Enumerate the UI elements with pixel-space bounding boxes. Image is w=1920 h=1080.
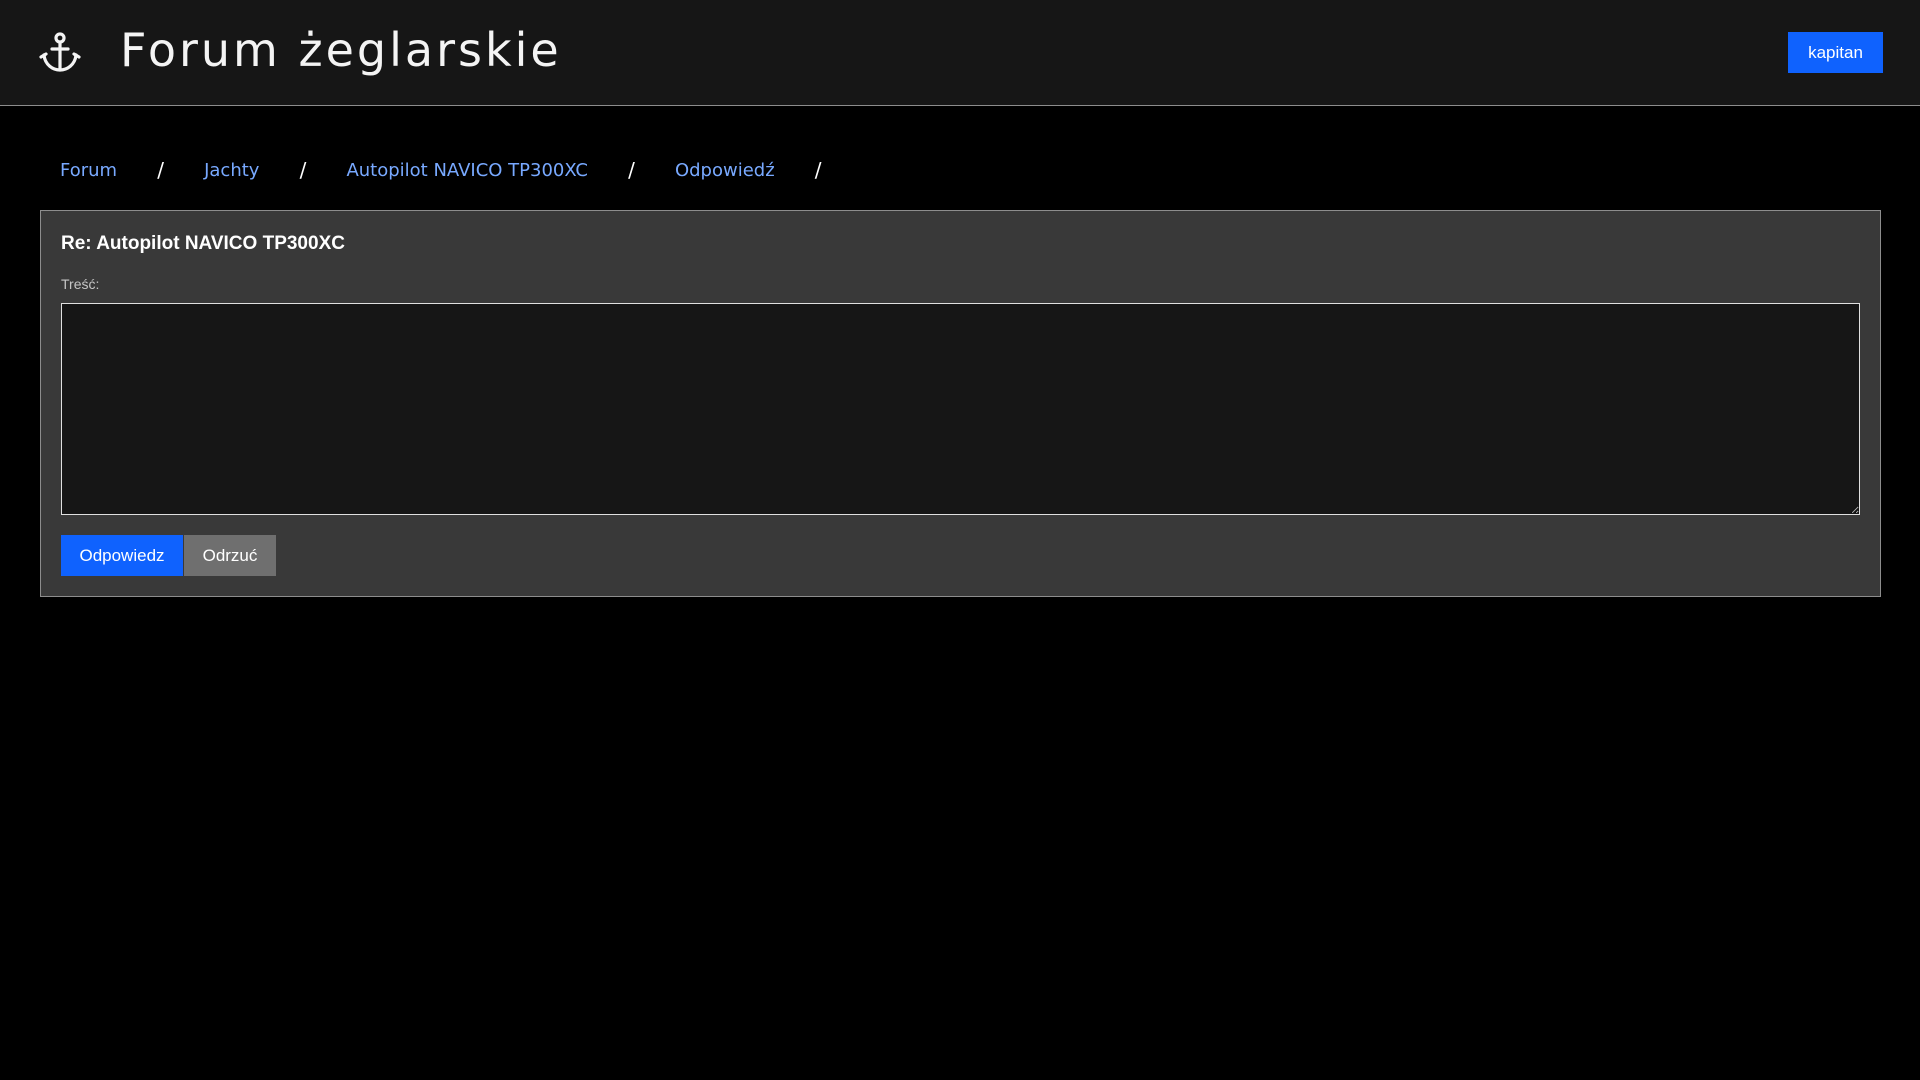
site-header: Forum żeglarskie kapitan	[0, 0, 1920, 106]
discard-button[interactable]: Odrzuć	[184, 535, 276, 576]
reply-title: Re: Autopilot NAVICO TP300XC	[61, 233, 345, 254]
breadcrumb-item-forum[interactable]: Forum	[60, 160, 117, 181]
breadcrumb-item-reply[interactable]: Odpowiedź	[675, 160, 775, 181]
breadcrumb-separator: /	[628, 158, 635, 182]
breadcrumb: Forum / Jachty / Autopilot NAVICO TP300X…	[60, 155, 862, 185]
content-label: Treść:	[61, 276, 100, 292]
user-menu-button[interactable]: kapitan	[1788, 32, 1883, 73]
breadcrumb-item-topic[interactable]: Autopilot NAVICO TP300XC	[346, 160, 588, 181]
site-title[interactable]: Forum żeglarskie	[120, 18, 562, 82]
content-textarea[interactable]	[61, 303, 1860, 515]
breadcrumb-separator: /	[157, 158, 164, 182]
breadcrumb-separator: /	[814, 158, 822, 182]
anchor-icon[interactable]	[38, 30, 82, 74]
reply-form-panel: Re: Autopilot NAVICO TP300XC Treść: Odpo…	[40, 210, 1881, 597]
breadcrumb-item-jachty[interactable]: Jachty	[204, 160, 259, 181]
submit-reply-button[interactable]: Odpowiedz	[61, 535, 183, 576]
form-actions: Odpowiedz Odrzuć	[61, 535, 276, 576]
breadcrumb-separator: /	[299, 158, 307, 182]
